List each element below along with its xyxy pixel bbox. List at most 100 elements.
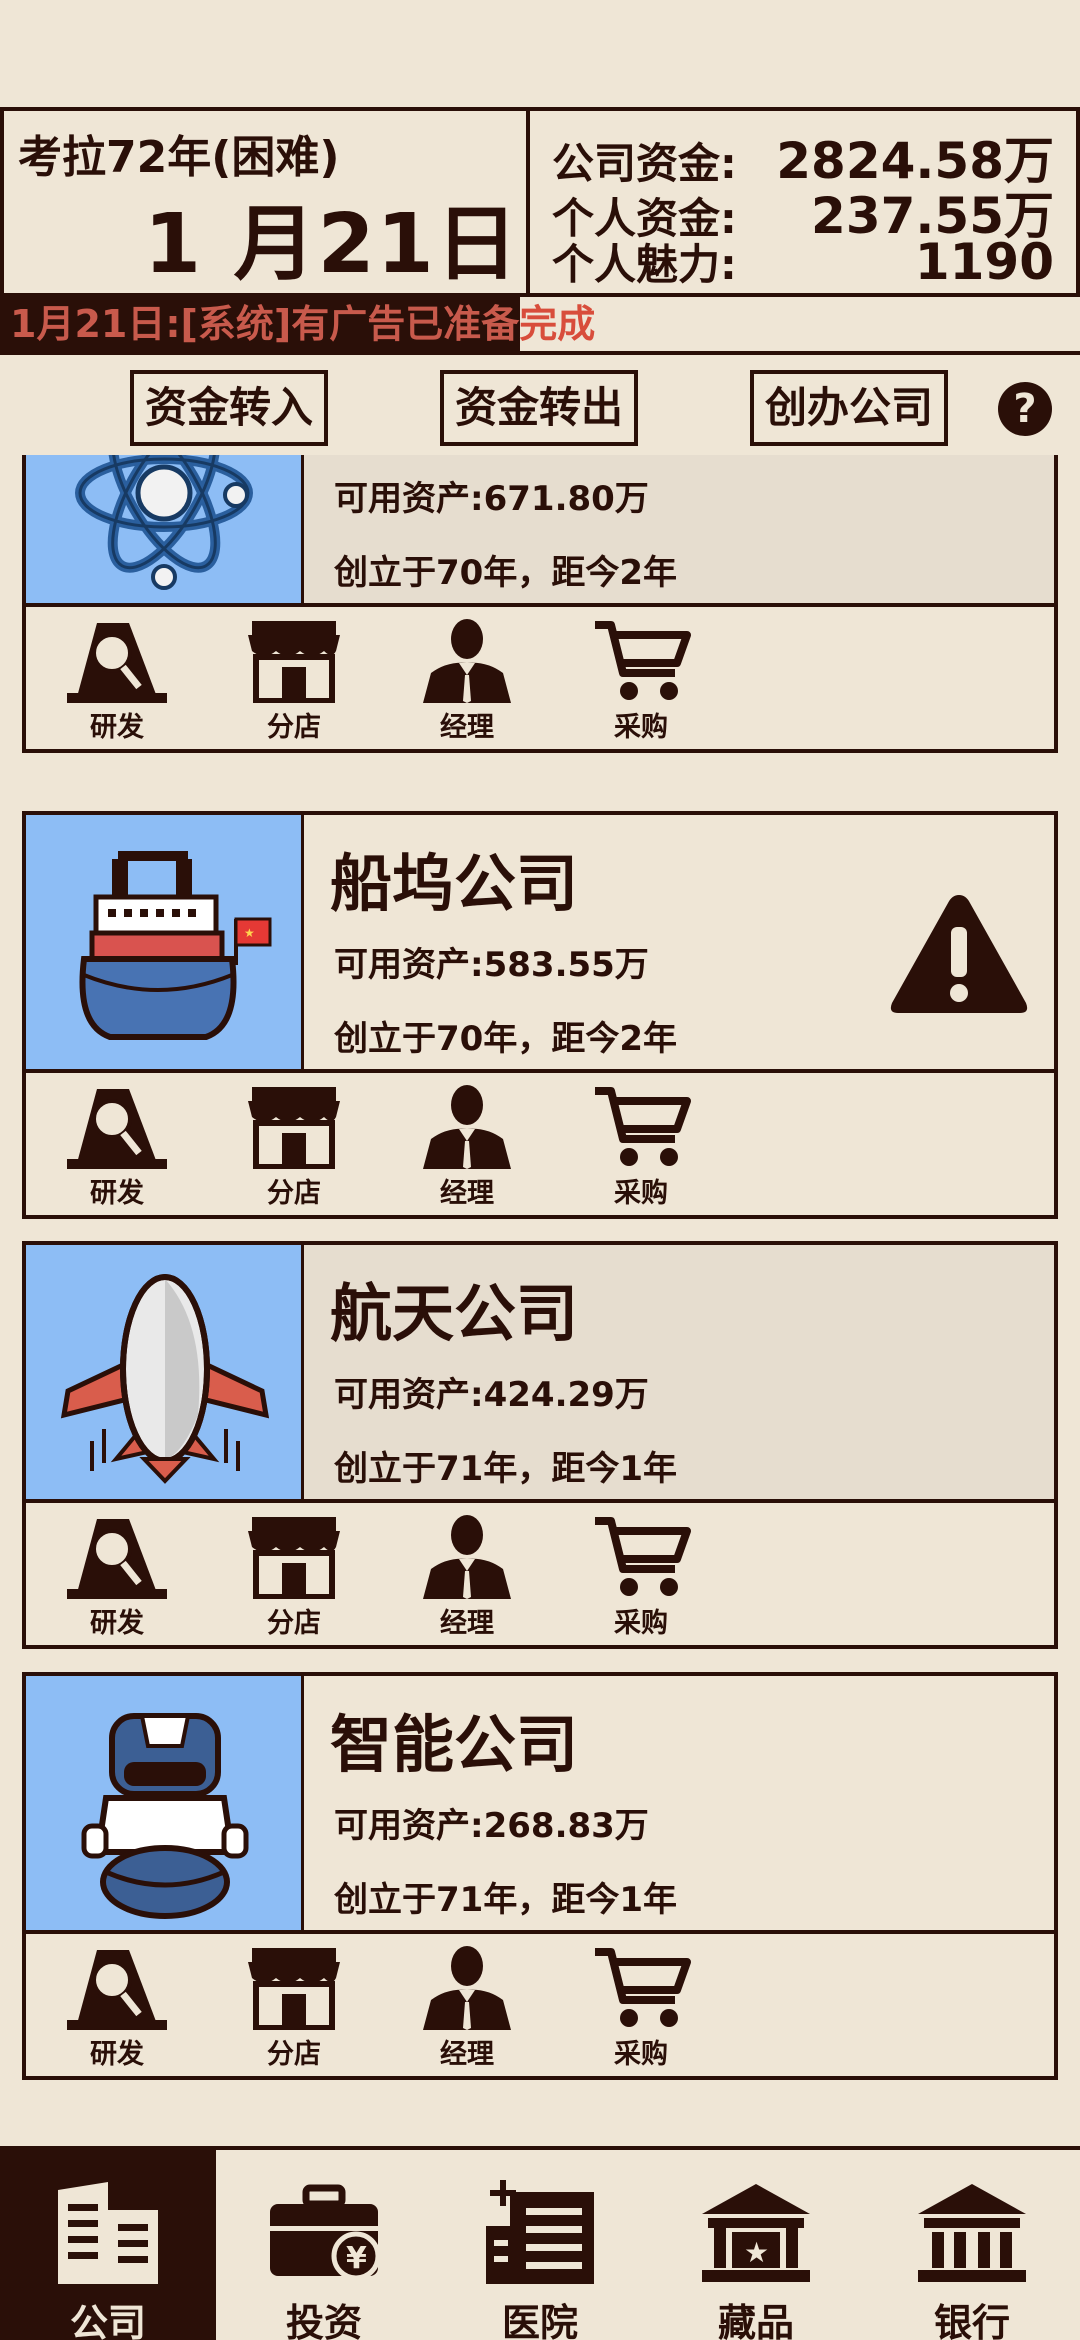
branch-label: 分店 bbox=[267, 2039, 321, 2070]
company-list[interactable]: 可用资产:671.80万 创立于70年，距今2年 研发 分店 经理 采购 ★ 船… bbox=[0, 455, 1080, 2095]
svg-text:★: ★ bbox=[244, 926, 255, 940]
nav-company-label: 公司 bbox=[69, 2301, 146, 2340]
company-card-info[interactable]: ★ 船坞公司 可用资产:583.55万 创立于70年，距今2年 bbox=[22, 811, 1058, 1073]
game-screen: 考拉72年(困难) 1 月21日 公司资金: 2824.58万 个人资金: 23… bbox=[0, 0, 1080, 2340]
company-card-info[interactable]: 智能公司 可用资产:268.83万 创立于71年，距今1年 bbox=[22, 1672, 1058, 1934]
company-funds-row: 公司资金: 2824.58万 bbox=[552, 121, 1054, 190]
branch-button[interactable]: 分店 bbox=[239, 1513, 349, 1639]
ticker-text-tail: 完成 bbox=[519, 302, 596, 346]
create-company-button[interactable]: 创办公司 bbox=[750, 370, 948, 446]
shop-icon bbox=[244, 1944, 344, 2030]
company-building-icon bbox=[58, 2182, 158, 2284]
research-icon bbox=[67, 1083, 167, 1169]
branch-label: 分店 bbox=[267, 1608, 321, 1639]
nav-tab-collection[interactable]: ★ 藏品 bbox=[648, 2150, 864, 2340]
purchase-button[interactable]: 采购 bbox=[586, 1944, 696, 2070]
company-card[interactable]: 可用资产:671.80万 创立于70年，距今2年 研发 分店 经理 采购 bbox=[22, 455, 1058, 753]
ticker-text: 1月21日:[系统]有广告已准备 bbox=[10, 302, 520, 346]
transfer-in-button[interactable]: 资金转入 bbox=[130, 370, 328, 446]
nav-tab-hospital[interactable]: 医院 bbox=[432, 2150, 648, 2340]
nav-bank-label: 银行 bbox=[933, 2301, 1010, 2340]
cart-icon bbox=[591, 1513, 691, 1599]
company-founded: 创立于70年，距今2年 bbox=[334, 1019, 677, 1059]
company-name: 航天公司 bbox=[330, 1277, 579, 1350]
company-card[interactable]: 航天公司 可用资产:424.29万 创立于71年，距今1年 研发 分店 经理 采… bbox=[22, 1241, 1058, 1649]
company-tools: 研发 分店 经理 采购 bbox=[22, 1934, 1058, 2080]
shop-icon bbox=[244, 1513, 344, 1599]
charm-label: 个人魅力: bbox=[552, 240, 737, 289]
company-name: 船坞公司 bbox=[330, 847, 579, 920]
research-button[interactable]: 研发 bbox=[62, 1513, 172, 1639]
company-tools: 研发 分店 经理 采购 bbox=[22, 1073, 1058, 1219]
shop-icon bbox=[244, 1083, 344, 1169]
cart-icon bbox=[591, 617, 691, 703]
cart-icon bbox=[591, 1944, 691, 2030]
purchase-button[interactable]: 采购 bbox=[586, 1513, 696, 1639]
date-label: 1 月21日 bbox=[144, 197, 520, 292]
purchase-label: 采购 bbox=[614, 1608, 668, 1639]
company-founded: 创立于70年，距今2年 bbox=[334, 553, 677, 593]
nav-collection-label: 藏品 bbox=[717, 2301, 794, 2340]
warning-icon[interactable] bbox=[888, 891, 1030, 1017]
company-card-info[interactable]: 航天公司 可用资产:424.29万 创立于71年，距今1年 bbox=[22, 1241, 1058, 1503]
manager-button[interactable]: 经理 bbox=[412, 617, 522, 743]
purchase-button[interactable]: 采购 bbox=[586, 1083, 696, 1209]
branch-button[interactable]: 分店 bbox=[239, 617, 349, 743]
research-icon bbox=[67, 1513, 167, 1599]
research-label: 研发 bbox=[90, 712, 144, 743]
research-label: 研发 bbox=[90, 1178, 144, 1209]
purchase-label: 采购 bbox=[614, 2039, 668, 2070]
branch-button[interactable]: 分店 bbox=[239, 1083, 349, 1209]
hospital-icon bbox=[486, 2180, 594, 2284]
spaceship-icon bbox=[26, 1245, 304, 1499]
research-icon bbox=[67, 617, 167, 703]
nav-tab-bank[interactable]: 银行 bbox=[864, 2150, 1080, 2340]
charm-value: 1190 bbox=[914, 233, 1054, 291]
purchase-button[interactable]: 采购 bbox=[586, 617, 696, 743]
branch-label: 分店 bbox=[267, 1178, 321, 1209]
company-tools: 研发 分店 经理 采购 bbox=[22, 607, 1058, 753]
bank-icon bbox=[918, 2184, 1026, 2282]
manager-icon bbox=[417, 1944, 517, 2030]
research-label: 研发 bbox=[90, 2039, 144, 2070]
nav-invest-label: 投资 bbox=[285, 2301, 362, 2340]
manager-button[interactable]: 经理 bbox=[412, 1513, 522, 1639]
manager-button[interactable]: 经理 bbox=[412, 1944, 522, 2070]
briefcase-icon: ¥ bbox=[270, 2184, 381, 2281]
robot-icon bbox=[26, 1676, 304, 1930]
company-assets: 可用资产:671.80万 bbox=[334, 479, 649, 519]
company-tools: 研发 分店 经理 采购 bbox=[22, 1503, 1058, 1649]
charm-row: 个人魅力: 1190 bbox=[552, 231, 1054, 291]
company-founded: 创立于71年，距今1年 bbox=[334, 1449, 677, 1489]
manager-button[interactable]: 经理 bbox=[412, 1083, 522, 1209]
nav-tab-invest[interactable]: ¥ 投资 bbox=[216, 2150, 432, 2340]
company-card-info[interactable]: 可用资产:671.80万 创立于70年，距今2年 bbox=[22, 455, 1058, 607]
manager-label: 经理 bbox=[440, 1608, 494, 1639]
research-label: 研发 bbox=[90, 1608, 144, 1639]
action-bar: 资金转入 资金转出 创办公司 bbox=[0, 370, 1080, 448]
research-icon bbox=[67, 1944, 167, 2030]
branch-button[interactable]: 分店 bbox=[239, 1944, 349, 2070]
year-label: 考拉72年(困难) bbox=[18, 132, 340, 183]
purchase-label: 采购 bbox=[614, 1178, 668, 1209]
company-assets: 可用资产:583.55万 bbox=[334, 945, 649, 985]
news-ticker: 1月21日:[系统]有广告已准备完成 bbox=[0, 297, 1080, 355]
company-funds-label: 公司资金: bbox=[552, 139, 737, 188]
company-card[interactable]: 智能公司 可用资产:268.83万 创立于71年，距今1年 研发 分店 经理 采… bbox=[22, 1672, 1058, 2080]
transfer-out-button[interactable]: 资金转出 bbox=[440, 370, 638, 446]
shop-icon bbox=[244, 617, 344, 703]
research-button[interactable]: 研发 bbox=[62, 617, 172, 743]
research-button[interactable]: 研发 bbox=[62, 1944, 172, 2070]
company-founded: 创立于71年，距今1年 bbox=[334, 1880, 677, 1920]
bottom-nav: 公司 ¥ 投资 医院 ★ 藏品 银行 bbox=[0, 2146, 1080, 2340]
manager-label: 经理 bbox=[440, 2039, 494, 2070]
help-icon[interactable]: ? bbox=[998, 382, 1052, 436]
company-card[interactable]: ★ 船坞公司 可用资产:583.55万 创立于70年，距今2年 研发 分店 经理… bbox=[22, 811, 1058, 1219]
museum-icon: ★ bbox=[702, 2184, 810, 2282]
svg-text:¥: ¥ bbox=[346, 2241, 367, 2276]
date-panel: 考拉72年(困难) 1 月21日 bbox=[0, 111, 530, 293]
svg-text:★: ★ bbox=[744, 2236, 769, 2269]
purchase-label: 采购 bbox=[614, 712, 668, 743]
research-button[interactable]: 研发 bbox=[62, 1083, 172, 1209]
nav-tab-company[interactable]: 公司 bbox=[0, 2150, 216, 2340]
